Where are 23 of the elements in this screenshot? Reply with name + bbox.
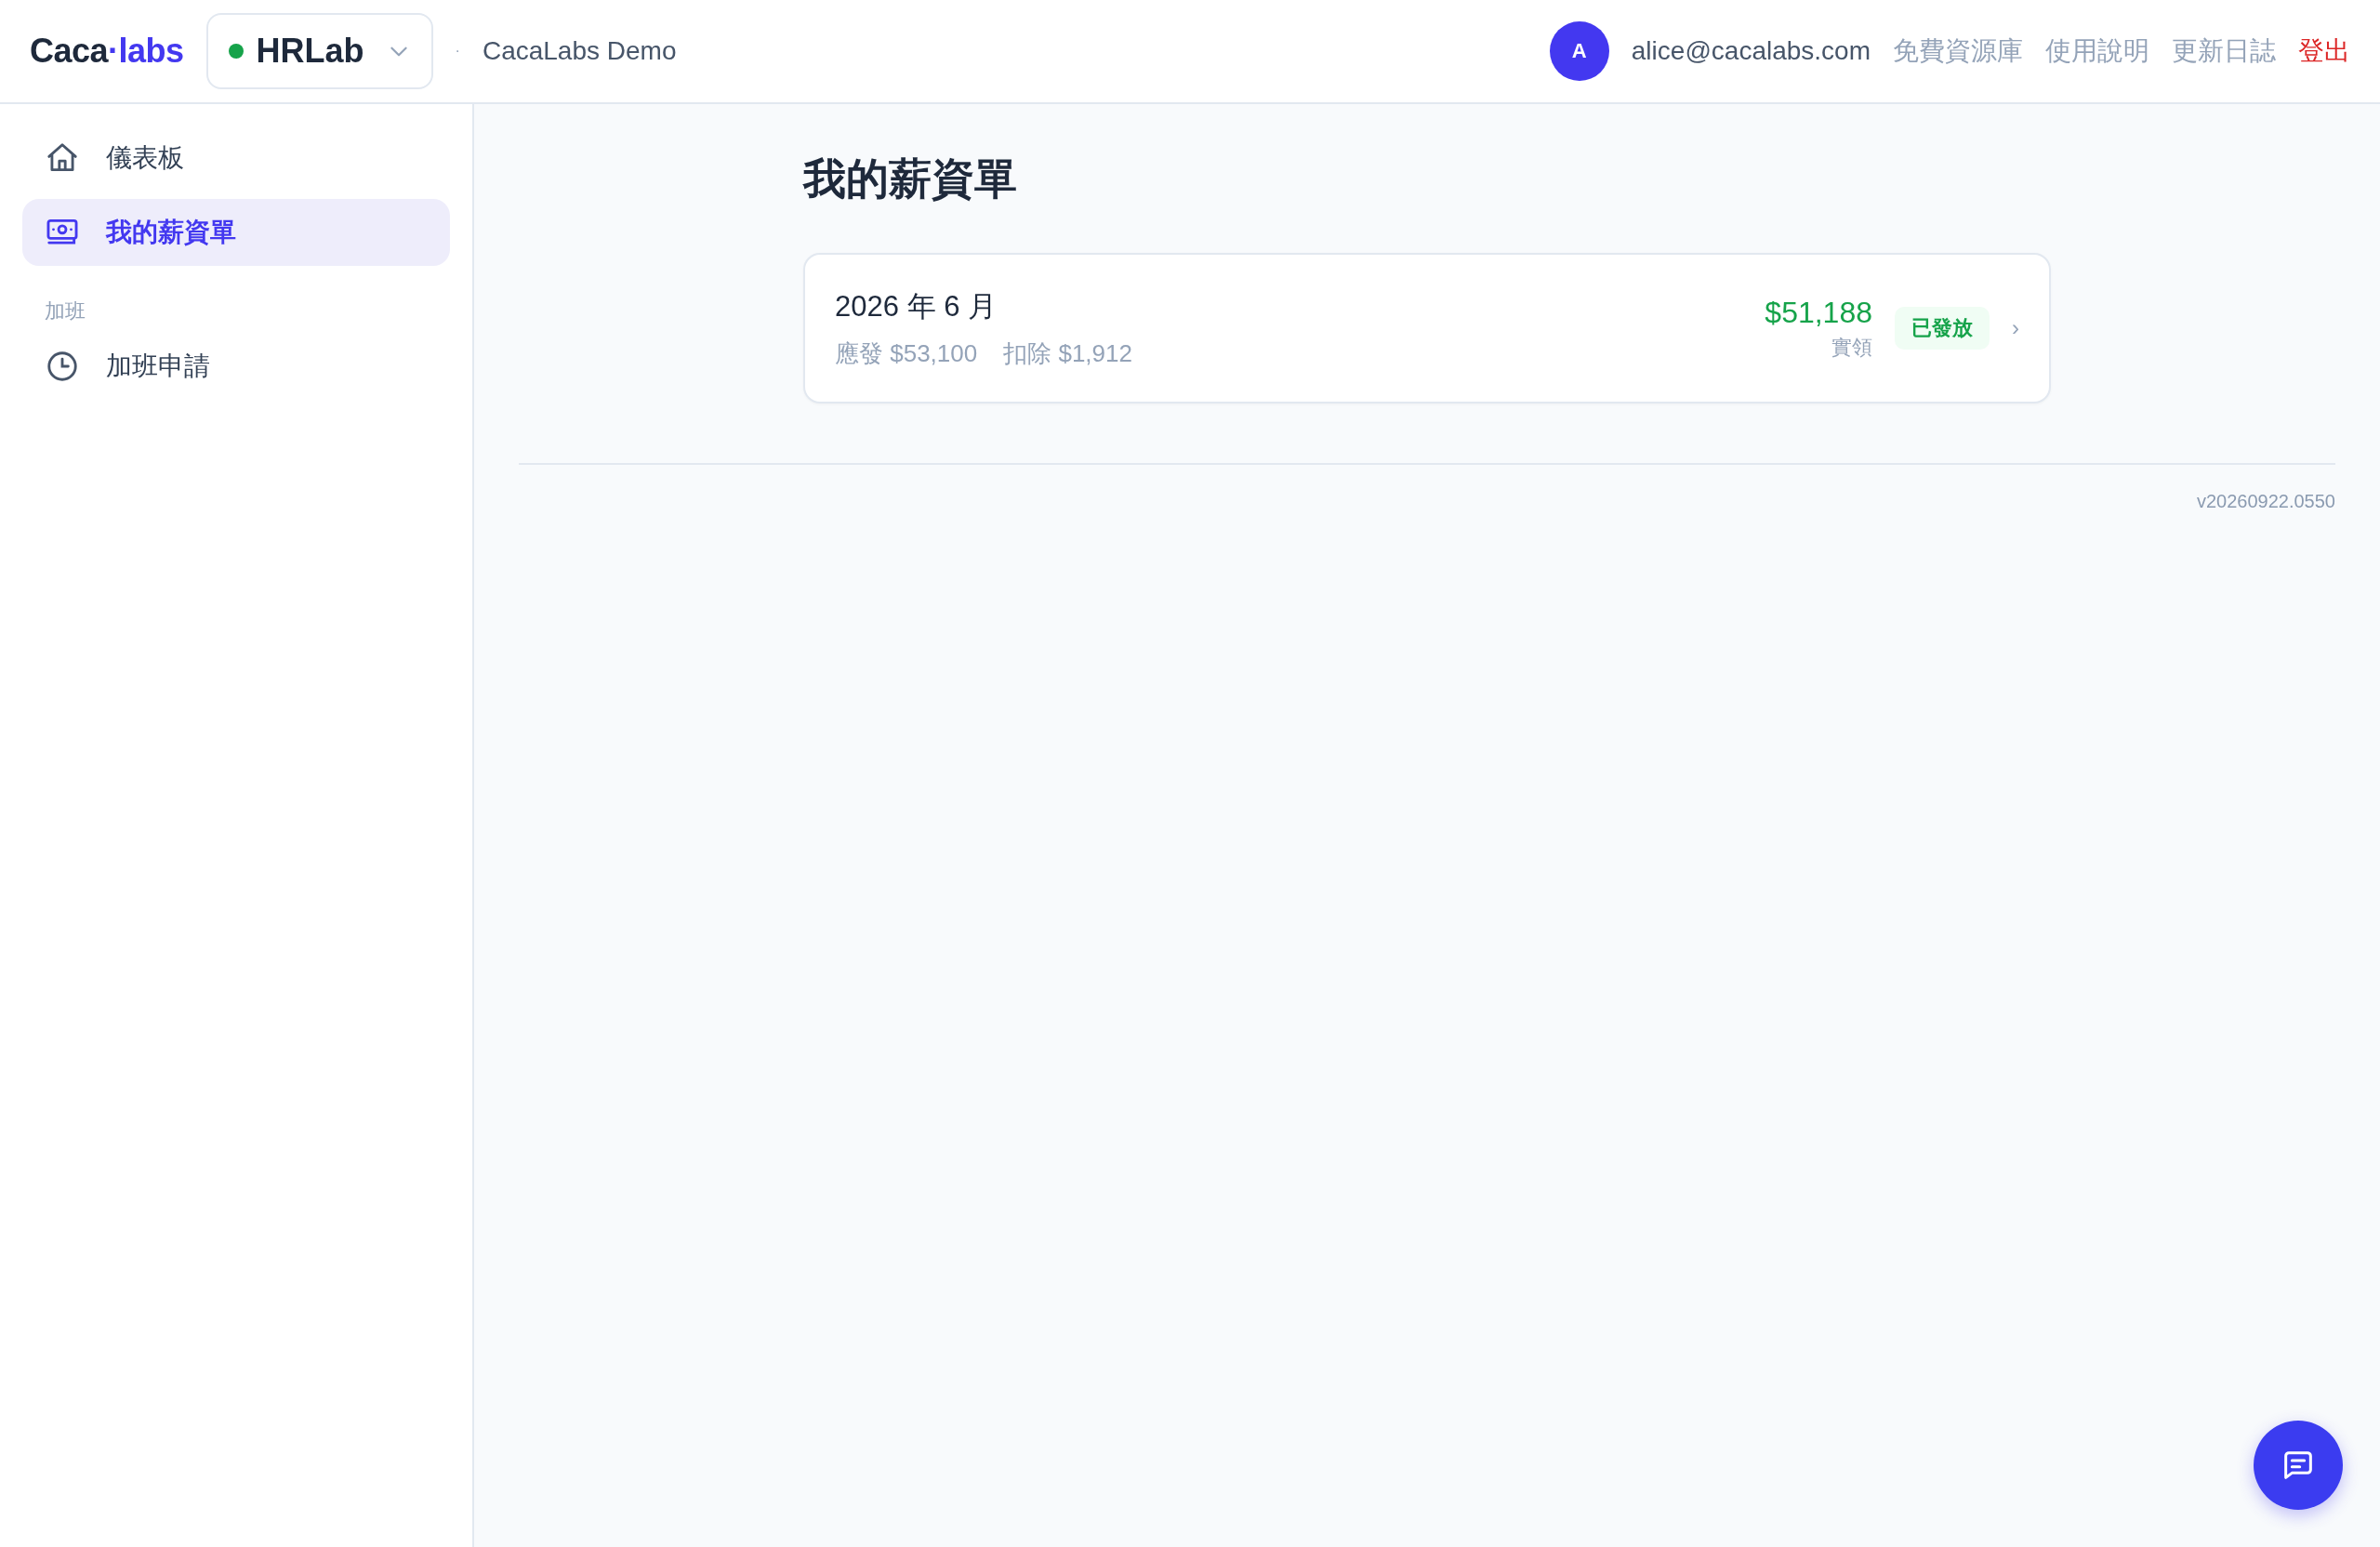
separator-dot: · <box>455 43 460 60</box>
logout-link[interactable]: 登出 <box>2298 33 2350 69</box>
sidebar-item[interactable]: 儀表板 <box>22 125 450 192</box>
workspace-selector[interactable]: HRLab <box>205 13 433 89</box>
user-email: alice@cacalabs.com <box>1631 36 1871 66</box>
organization-name: CacaLabs Demo <box>482 36 677 66</box>
avatar: A <box>1549 21 1609 81</box>
gross-pay: 應發 $53,100 <box>835 337 978 369</box>
net-pay: $51,188 <box>1765 295 1872 330</box>
sidebar-item[interactable]: 我的薪資單 <box>22 199 450 266</box>
section-label: 加班 <box>44 298 86 324</box>
payslip-card[interactable]: 2026 年 6 月 應發 $53,100 扣除 $1,912 $51,188 實領 已發放 › <box>803 253 2051 403</box>
chevron: › <box>2012 315 2019 341</box>
version-text: v20260922.0550 <box>2196 491 2335 512</box>
payslip-period: 2026 年 6 月 <box>835 288 998 324</box>
status-badge: 已發放 <box>1895 307 1990 350</box>
sidebar-item[interactable]: 加班申請 <box>22 333 450 400</box>
chat-button[interactable] <box>2254 1421 2343 1510</box>
deduction: 扣除 $1,912 <box>1003 337 1132 369</box>
logo[interactable]: Caca·labs <box>30 32 184 71</box>
clock-icon <box>45 349 80 384</box>
page-title: 我的薪資單 <box>803 153 1018 205</box>
net-pay-label: 實領 <box>1831 334 1872 361</box>
